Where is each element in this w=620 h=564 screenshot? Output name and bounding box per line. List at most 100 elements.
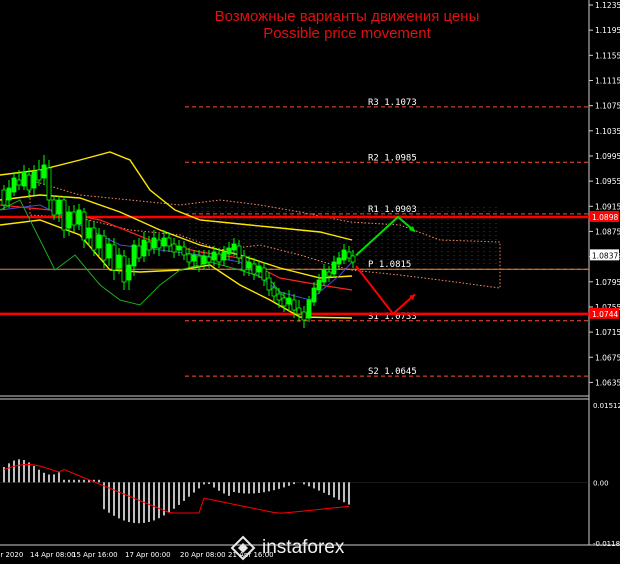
candle-body bbox=[231, 243, 237, 251]
macd-tick-label: 0.00 bbox=[593, 479, 609, 487]
candle-body bbox=[56, 199, 62, 215]
candle-body bbox=[281, 297, 287, 307]
candle-body bbox=[61, 199, 67, 231]
price-tick-label: 1.1195 bbox=[595, 26, 620, 35]
candle-body bbox=[341, 249, 347, 261]
price-tick-label: 1.1155 bbox=[595, 51, 620, 60]
candle-body bbox=[326, 271, 332, 277]
candle-body bbox=[126, 264, 132, 281]
price-tick-label: 1.1115 bbox=[595, 76, 620, 85]
candle-body bbox=[311, 287, 317, 303]
pivot-label-r1: R1 1.0903 bbox=[368, 205, 417, 215]
candle-body bbox=[11, 177, 17, 193]
pivot-label-s2: S2 1.0645 bbox=[368, 367, 417, 377]
candle-body bbox=[1, 189, 7, 206]
candle-body bbox=[276, 293, 282, 301]
candle-body bbox=[251, 263, 257, 275]
candle-body bbox=[131, 244, 137, 267]
candle-body bbox=[71, 211, 77, 226]
candle-body bbox=[161, 237, 167, 247]
price-tick-label: 1.0715 bbox=[595, 328, 620, 337]
time-label: 14 Apr 2020 bbox=[0, 551, 23, 559]
price-tick-label: 1.0675 bbox=[595, 353, 620, 362]
price-tick-label: 1.0875 bbox=[595, 227, 620, 236]
price-tick-label: 1.0955 bbox=[595, 177, 620, 186]
candle-body bbox=[271, 287, 277, 297]
watermark: instaforex bbox=[230, 533, 400, 563]
candle-body bbox=[101, 235, 107, 261]
candle-body bbox=[266, 277, 272, 291]
candle-body bbox=[191, 254, 197, 262]
candle-body bbox=[156, 239, 162, 249]
candle-body bbox=[46, 167, 52, 201]
price-tick-label: 1.0635 bbox=[595, 378, 620, 387]
title-en: Possible price movement bbox=[263, 25, 431, 42]
price-tick-label: 1.1035 bbox=[595, 127, 620, 136]
watermark-text: instaforex bbox=[262, 537, 345, 558]
candle-body bbox=[241, 255, 247, 271]
price-tick-label: 1.1235 bbox=[595, 1, 620, 10]
price-tick-label: 1.0915 bbox=[595, 202, 620, 211]
candle-body bbox=[176, 245, 182, 251]
price-marker-label: 1.0898 bbox=[592, 213, 618, 222]
candle-body bbox=[346, 251, 352, 259]
candle-body bbox=[336, 257, 342, 265]
candle-body bbox=[350, 255, 356, 263]
candle-body bbox=[141, 239, 147, 257]
candle-body bbox=[246, 261, 252, 269]
time-label: 20 Apr 08:00 bbox=[180, 551, 226, 559]
candle-body bbox=[206, 256, 212, 263]
candle-body bbox=[186, 253, 192, 263]
candle-body bbox=[181, 246, 187, 256]
pivot-label-r3: R3 1.1073 bbox=[368, 98, 417, 108]
candle-body bbox=[41, 164, 47, 179]
candle-body bbox=[6, 187, 12, 201]
candle-body bbox=[301, 311, 307, 321]
candle-body bbox=[256, 265, 262, 273]
chart-canvas: R3 1.1073R2 1.0985R1 1.0903P 1.0815S1 1.… bbox=[0, 0, 620, 564]
candle-body bbox=[261, 267, 267, 281]
candle-body bbox=[306, 299, 312, 319]
time-label: 17 Apr 00:00 bbox=[125, 551, 171, 559]
candle-body bbox=[81, 211, 87, 241]
candle-body bbox=[121, 255, 127, 283]
candle-body bbox=[86, 227, 92, 239]
candle-body bbox=[16, 179, 22, 186]
candle-body bbox=[21, 171, 27, 187]
candle-body bbox=[76, 209, 82, 225]
candle-body bbox=[226, 247, 232, 255]
price-marker-label: 1.0744 bbox=[592, 310, 618, 319]
candle-body bbox=[106, 243, 112, 259]
time-label: 15 Apr 16:00 bbox=[72, 551, 118, 559]
candle-body bbox=[146, 241, 152, 251]
candle-body bbox=[91, 227, 97, 251]
candle-body bbox=[196, 255, 202, 267]
candle-body bbox=[31, 171, 37, 189]
macd-tick-label: 0.01512 bbox=[593, 402, 620, 410]
candle-body bbox=[331, 261, 337, 275]
candle-body bbox=[321, 269, 327, 283]
pivot-label-r2: R2 1.0985 bbox=[368, 153, 417, 163]
candle-body bbox=[291, 299, 297, 311]
candle-body bbox=[66, 211, 72, 229]
candle-body bbox=[286, 297, 292, 305]
candle-body bbox=[296, 307, 302, 315]
macd-tick-label: -0.01186 bbox=[593, 540, 620, 548]
candle-body bbox=[36, 169, 42, 181]
candle-body bbox=[116, 254, 122, 269]
candle-body bbox=[316, 279, 322, 291]
candle-body bbox=[151, 237, 157, 249]
candle-body bbox=[211, 251, 217, 261]
price-tick-label: 1.1075 bbox=[595, 102, 620, 111]
candle-body bbox=[111, 244, 117, 271]
candle-body bbox=[166, 237, 172, 247]
candle-body bbox=[171, 243, 177, 253]
candle-body bbox=[236, 245, 242, 259]
price-tick-label: 1.0795 bbox=[595, 278, 620, 287]
instaforex-logo-icon bbox=[230, 535, 256, 561]
price-tick-label: 1.0995 bbox=[595, 152, 620, 161]
candle-body bbox=[201, 255, 207, 265]
candle-body bbox=[216, 253, 222, 263]
candle-body bbox=[51, 199, 57, 216]
time-label: 14 Apr 08:00 bbox=[30, 551, 76, 559]
